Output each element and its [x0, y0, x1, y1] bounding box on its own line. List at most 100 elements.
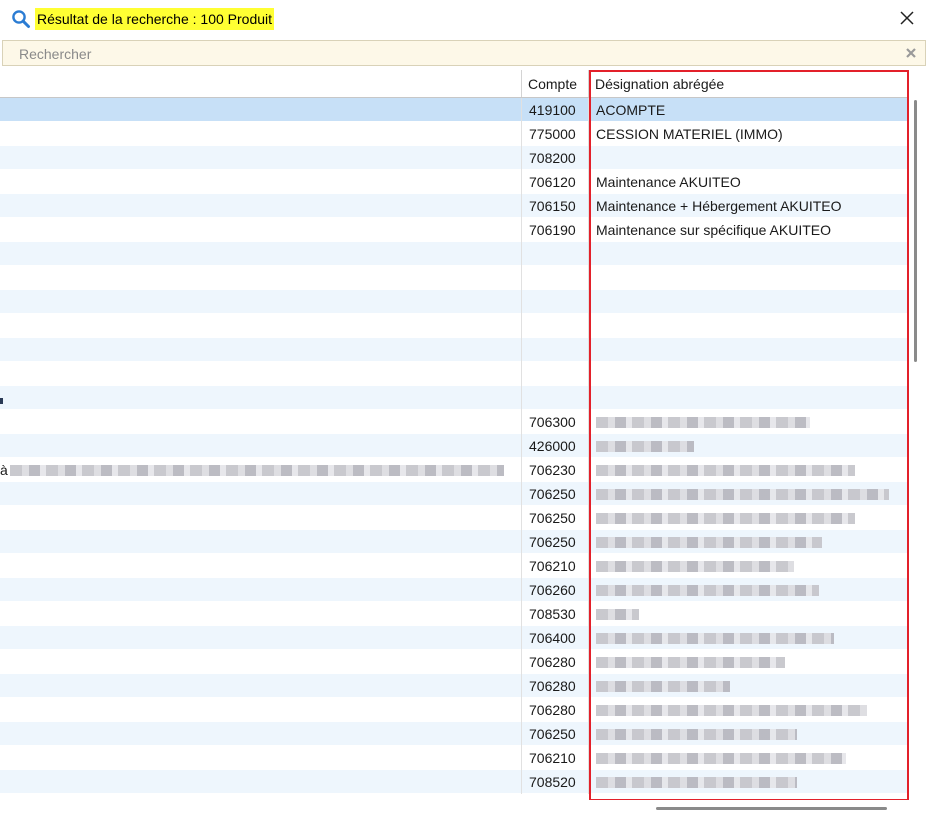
search-input[interactable]: [17, 43, 881, 65]
cell-designation: Maintenance + Hébergement AKUITEO: [589, 194, 908, 218]
cell-col1: [0, 650, 522, 674]
cell-designation: [589, 482, 908, 506]
cell-compte: 708200: [522, 146, 589, 170]
table-row[interactable]: 708520: [0, 770, 908, 794]
table-row[interactable]: 706150 Maintenance + Hébergement AKUITEO: [0, 194, 908, 218]
redacted-text: [596, 465, 855, 476]
cell-compte: [522, 338, 589, 362]
cell-col1: [0, 218, 522, 242]
redacted-text: [596, 777, 797, 788]
cell-compte: 426000: [522, 434, 589, 458]
close-icon[interactable]: [898, 9, 916, 27]
column-header-designation[interactable]: Désignation abrégée: [589, 70, 908, 97]
cell-col1: [0, 746, 522, 770]
cell-designation-text: ACOMPTE: [596, 102, 666, 118]
table-row[interactable]: [0, 386, 908, 410]
cell-compte: 706400: [522, 626, 589, 650]
cell-col1: [0, 266, 522, 290]
cell-compte: [522, 314, 589, 338]
redacted-text: [596, 441, 694, 452]
table-row[interactable]: 706190 Maintenance sur spécifique AKUITEO: [0, 218, 908, 242]
column-header-compte[interactable]: Compte: [522, 70, 589, 97]
horizontal-scroll-thumb[interactable]: [656, 807, 887, 810]
table-row[interactable]: [0, 338, 908, 362]
results-grid: Compte Désignation abrégée 419100 ACOMPTE…: [0, 70, 910, 800]
cell-compte: 706230: [522, 458, 589, 482]
table-row[interactable]: 706300: [0, 410, 908, 434]
horizontal-scrollbar[interactable]: [0, 800, 910, 818]
table-row[interactable]: 706120 Maintenance AKUITEO: [0, 170, 908, 194]
table-row[interactable]: [0, 314, 908, 338]
cell-col1: [0, 242, 522, 266]
cell-col1: [0, 122, 522, 146]
cell-designation: [589, 434, 908, 458]
table-row[interactable]: 706210: [0, 746, 908, 770]
cell-col1: [0, 194, 522, 218]
cell-designation-text: Maintenance + Hébergement AKUITEO: [596, 198, 842, 214]
redacted-text: [596, 417, 810, 428]
table-row[interactable]: [0, 362, 908, 386]
table-row[interactable]: 419100 ACOMPTE: [0, 98, 908, 122]
cell-designation: [589, 506, 908, 530]
cell-col1: [0, 530, 522, 554]
table-row[interactable]: 706210: [0, 554, 908, 578]
cell-designation: [589, 674, 908, 698]
cell-col1: [0, 482, 522, 506]
redacted-text: [596, 753, 846, 764]
search-bar: [2, 40, 926, 66]
cell-compte: 708530: [522, 602, 589, 626]
cell-compte: [522, 266, 589, 290]
cell-compte: [522, 242, 589, 266]
cell-col1: [0, 410, 522, 434]
cell-designation-text: Maintenance sur spécifique AKUITEO: [596, 222, 832, 238]
vertical-scrollbar[interactable]: [910, 70, 929, 800]
table-row[interactable]: 426000: [0, 434, 908, 458]
cell-designation: [589, 338, 908, 362]
cell-compte: [522, 362, 589, 386]
cell-compte: 706250: [522, 530, 589, 554]
cell-col1: [0, 722, 522, 746]
table-row[interactable]: 706250: [0, 482, 908, 506]
table-row[interactable]: 706280: [0, 674, 908, 698]
redacted-text: [596, 609, 639, 620]
cell-designation: [589, 530, 908, 554]
title-bar: Résultat de la recherche : 100 Produit: [0, 0, 929, 38]
clear-icon[interactable]: [905, 47, 917, 59]
table-row[interactable]: 708200: [0, 146, 908, 170]
cell-compte: 708520: [522, 770, 589, 794]
table-row[interactable]: 706250: [0, 530, 908, 554]
table-row[interactable]: 708530: [0, 602, 908, 626]
table-row[interactable]: 706400: [0, 626, 908, 650]
table-row[interactable]: [0, 242, 908, 266]
grid-rows: 419100 ACOMPTE 775000 CESSION MATERIEL (IMM…: [0, 98, 908, 794]
cell-col1: [0, 506, 522, 530]
cell-designation: [589, 602, 908, 626]
table-row[interactable]: 706250: [0, 506, 908, 530]
vertical-scroll-thumb[interactable]: [914, 100, 917, 362]
cell-col1: [0, 770, 522, 794]
table-row[interactable]: 706280: [0, 650, 908, 674]
cell-designation-text: CESSION MATERIEL (IMMO): [596, 126, 783, 142]
cell-designation: Maintenance sur spécifique AKUITEO: [589, 218, 908, 242]
cell-designation: [589, 314, 908, 338]
table-row[interactable]: 706280: [0, 698, 908, 722]
cell-compte: 706300: [522, 410, 589, 434]
cell-designation-text: Maintenance AKUITEO: [596, 174, 741, 190]
column-header-col1[interactable]: [0, 70, 522, 97]
cell-col1: [0, 362, 522, 386]
redacted-text: [10, 465, 504, 476]
table-row[interactable]: à 706230: [0, 458, 908, 482]
table-row[interactable]: [0, 290, 908, 314]
cell-compte: 706280: [522, 674, 589, 698]
table-row[interactable]: 775000 CESSION MATERIEL (IMMO): [0, 122, 908, 146]
cell-designation: [589, 386, 908, 410]
table-row[interactable]: 706260: [0, 578, 908, 602]
cell-col1: [0, 434, 522, 458]
redacted-text: [596, 729, 797, 740]
redacted-text: [596, 585, 819, 596]
cell-col1: [0, 674, 522, 698]
table-row[interactable]: [0, 266, 908, 290]
table-row[interactable]: 706250: [0, 722, 908, 746]
cell-compte: 706250: [522, 506, 589, 530]
cell-col1: [0, 146, 522, 170]
